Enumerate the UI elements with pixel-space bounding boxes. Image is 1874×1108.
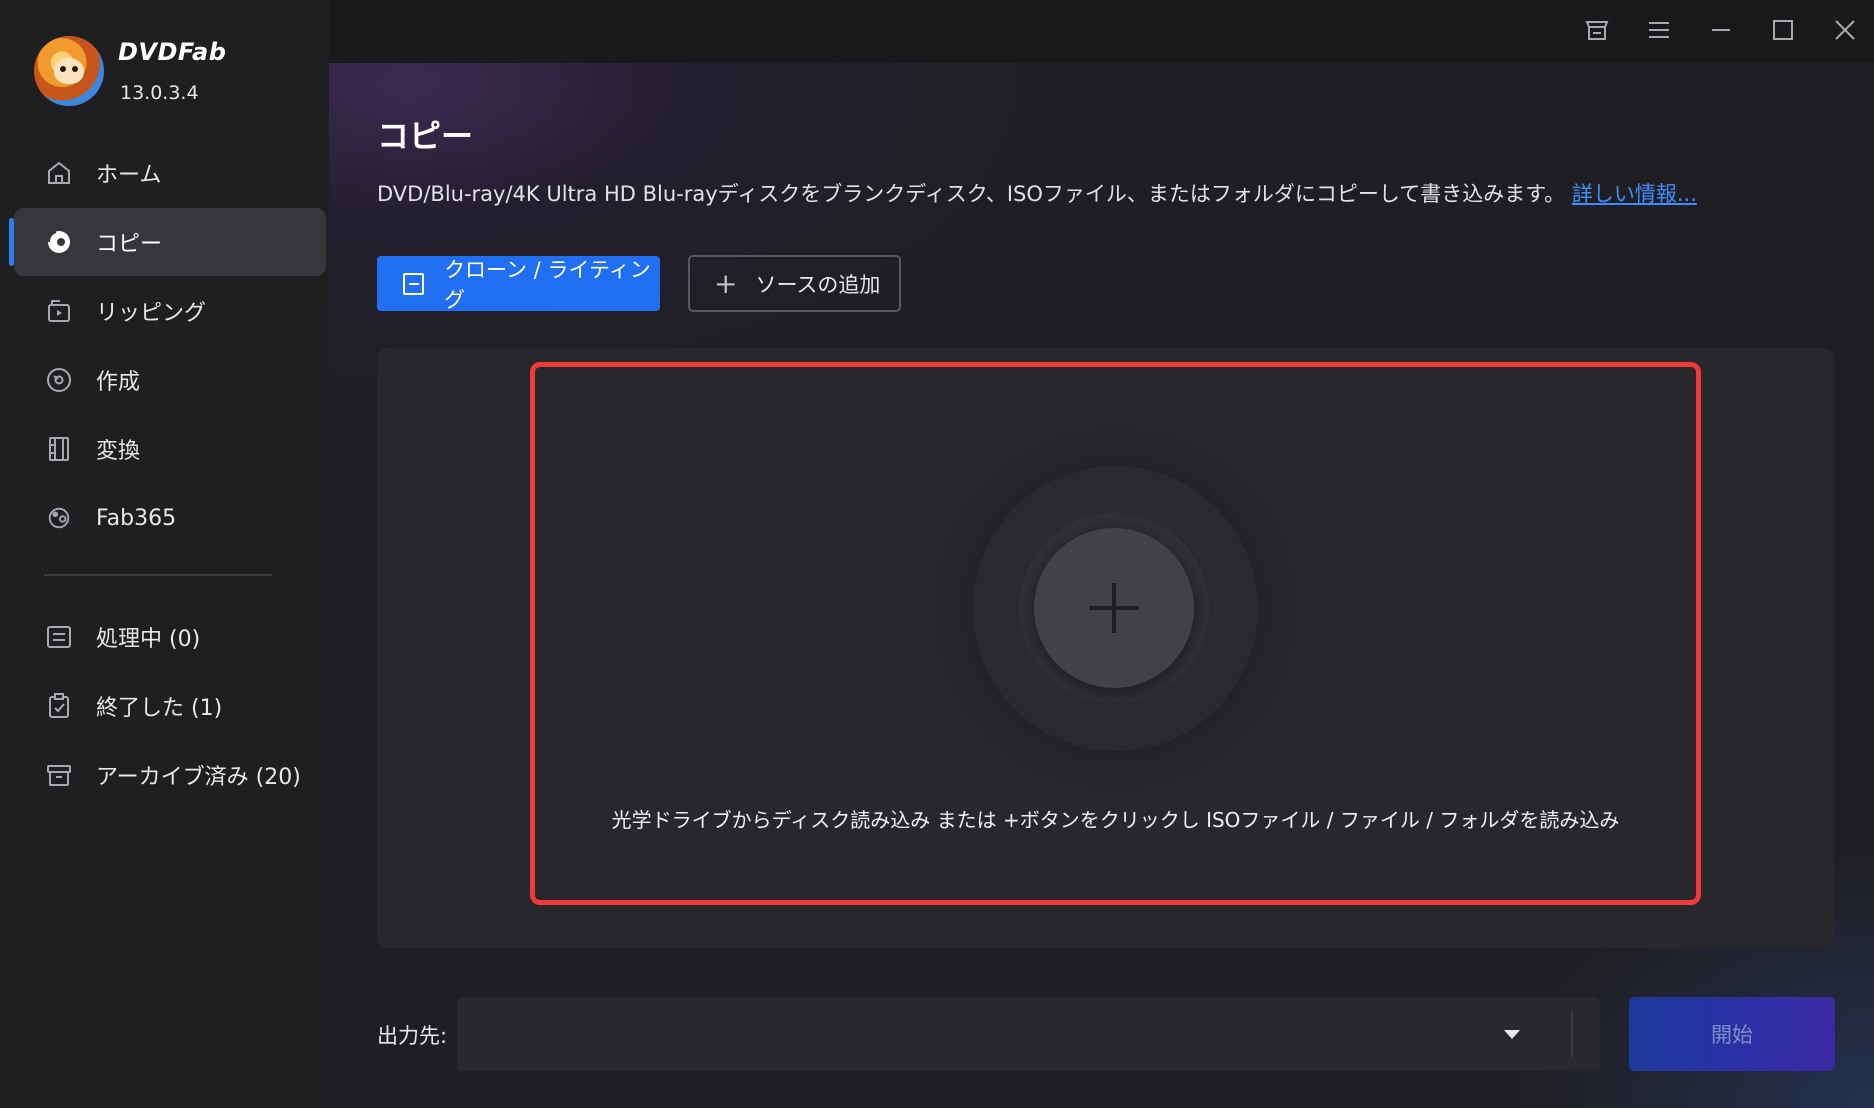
page-description: DVD/Blu-ray/4K Ultra HD Blu-rayディスクをブランク…	[377, 178, 1697, 208]
sidebar-item-finished[interactable]: 終了した (1)	[14, 672, 326, 740]
description-text: DVD/Blu-ray/4K Ultra HD Blu-rayディスクをブランク…	[377, 182, 1566, 206]
brand-name: DVDFab	[118, 38, 227, 66]
sidebar-item-label: ホーム	[96, 163, 162, 188]
sidebar-item-fab365[interactable]: Fab365	[14, 484, 326, 552]
app-version: 13.0.3.4	[120, 82, 199, 104]
plus-icon: +	[714, 266, 738, 300]
sidebar-item-label: リッピング	[96, 301, 207, 326]
sidebar-item-archived[interactable]: アーカイブ済み (20)	[14, 741, 326, 809]
chevron-down-icon[interactable]	[1504, 1030, 1520, 1039]
clone-writing-button[interactable]: クローン / ライティング	[377, 256, 660, 312]
task-list-icon	[46, 625, 72, 649]
main-content: コピー DVD/Blu-ray/4K Ultra HD Blu-rayディスクを…	[329, 63, 1874, 1108]
title-bar	[329, 0, 1874, 63]
sidebar-divider	[44, 574, 272, 576]
menu-icon[interactable]	[1641, 12, 1677, 48]
start-button[interactable]: 開始	[1629, 997, 1835, 1071]
creator-disc-icon	[46, 368, 72, 392]
home-icon	[46, 161, 72, 185]
film-convert-icon	[46, 437, 72, 461]
output-label: 出力先:	[377, 1024, 448, 1048]
disc-copy-icon	[46, 230, 72, 254]
more-info-link[interactable]: 詳しい情報...	[1572, 182, 1697, 206]
sidebar-item-home[interactable]: ホーム	[14, 139, 326, 207]
ripper-icon	[46, 299, 72, 323]
sidebar-item-ripper[interactable]: リッピング	[14, 277, 326, 345]
select-separator	[1571, 1011, 1573, 1057]
minimize-icon[interactable]	[1703, 12, 1739, 48]
clipboard-check-icon	[46, 693, 72, 718]
large-plus-icon	[1089, 583, 1139, 633]
sidebar-item-label: アーカイブ済み (20)	[96, 765, 301, 790]
sidebar-item-creator[interactable]: 作成	[14, 346, 326, 414]
maximize-icon[interactable]	[1765, 12, 1801, 48]
sidebar-item-converter[interactable]: 変換	[14, 415, 326, 483]
clone-writing-label: クローン / ライティング	[444, 257, 651, 312]
sidebar-item-label: 作成	[96, 370, 141, 395]
sidebar-item-label: Fab365	[96, 505, 177, 531]
sidebar-item-copy[interactable]: コピー	[9, 208, 326, 276]
page-title: コピー	[377, 117, 474, 155]
dvdfab-logo-icon	[34, 36, 104, 106]
clone-icon	[403, 272, 425, 295]
sidebar-item-label: 処理中 (0)	[96, 627, 201, 652]
sidebar-item-label: コピー	[96, 232, 163, 257]
shop-icon[interactable]	[1579, 12, 1615, 48]
sidebar: DVDFab 13.0.3.4 ホーム コピー リッピング 作成 変換 Fab3…	[0, 0, 329, 1108]
output-destination-select[interactable]	[457, 997, 1600, 1071]
active-indicator	[9, 218, 14, 266]
fab365-icon	[46, 506, 72, 530]
sidebar-item-label: 終了した (1)	[96, 696, 223, 721]
add-source-label: ソースの追加	[755, 272, 881, 297]
close-icon[interactable]	[1827, 12, 1863, 48]
archive-box-icon	[46, 763, 72, 787]
sidebar-item-label: 変換	[96, 439, 141, 464]
drop-hint-text: 光学ドライブからディスク読み込み または +ボタンをクリックし ISOファイル …	[611, 808, 1620, 832]
sidebar-item-processing[interactable]: 処理中 (0)	[14, 603, 326, 671]
add-source-circle-button[interactable]	[1034, 528, 1194, 688]
add-source-button[interactable]: + ソースの追加	[688, 255, 901, 312]
